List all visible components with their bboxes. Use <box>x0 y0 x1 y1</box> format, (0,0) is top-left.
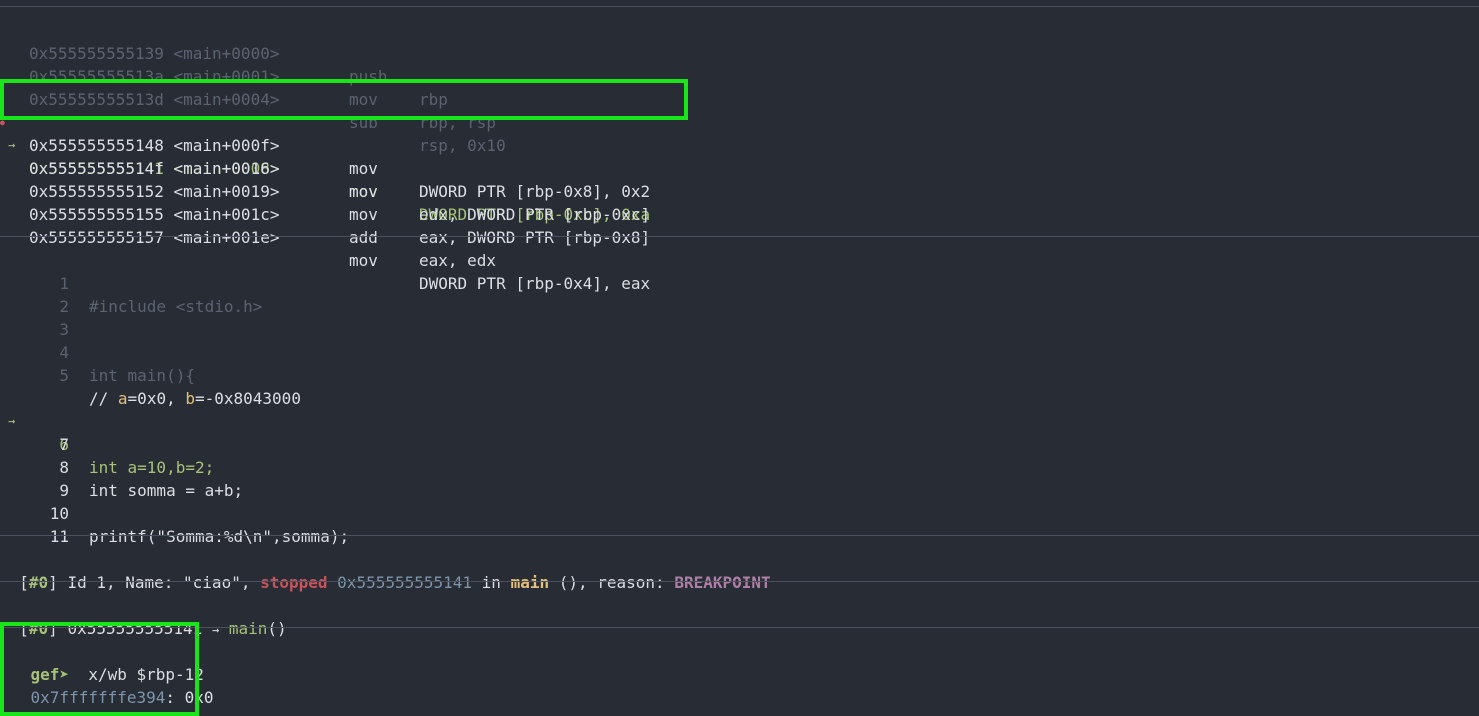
thread-in-text: in <box>472 573 511 592</box>
source-line-text: #include <stdio.h> <box>89 297 263 316</box>
disasm-mnemonic: mov <box>349 159 378 178</box>
disasm-operands: eax, DWORD PTR [rbp-0x8] <box>419 228 651 247</box>
thread-id: #0 <box>28 573 49 592</box>
disasm-line: 0x555555555139 <main+0000> push rbp <box>0 19 448 109</box>
disasm-address: 0x555555555157 <box>29 228 164 247</box>
source-line-current: → 6 int a=10,b=2; <box>0 387 214 477</box>
current-instruction-highlight <box>0 79 688 120</box>
frame-function: main <box>228 619 268 638</box>
disasm-symbol: <main+001e> <box>173 228 280 247</box>
disasm-operands: DWORD PTR [rbp-0x4], eax <box>419 274 651 293</box>
source-line: 11 <box>0 502 69 546</box>
source-line: 10 printf("Somma:%d\n",somma); <box>0 479 349 546</box>
var-a-name: a <box>117 389 128 408</box>
source-line: 7 <box>0 410 69 454</box>
disasm-line: 0x555555555155 <main+001c> add eax, edx <box>0 180 496 270</box>
source-line: 9 <box>0 456 69 500</box>
thread-info: ] Id 1, Name: "ciao", <box>48 573 261 592</box>
separator-top <box>0 6 1479 7</box>
disasm-line: 0x55555555514f <main+0016> mov edx, DWOR… <box>0 134 650 224</box>
disasm-mnemonic: mov <box>349 251 378 270</box>
comment-prefix: // <box>89 389 118 408</box>
frame-arrow-icon: → <box>211 623 220 637</box>
thread-function: main <box>510 573 550 592</box>
disasm-address: 0x555555555152 <box>29 182 164 201</box>
source-line-text: printf("Somma:%d\n",somma); <box>89 527 350 546</box>
disasm-symbol: <main+0000> <box>173 44 280 63</box>
var-a-value: =0x0, <box>127 389 186 408</box>
source-line-text: int a=10,b=2; <box>89 458 215 477</box>
disasm-line: 0x555555555157 <main+001e> mov DWORD PTR… <box>0 203 650 293</box>
disasm-line: 0x555555555152 <main+0019> mov eax, DWOR… <box>0 157 650 247</box>
source-line: 8 int somma = a+b; <box>0 433 243 500</box>
disasm-symbol: <main+001c> <box>173 205 280 224</box>
disasm-mnemonic: add <box>349 228 378 247</box>
bracket-open: [ <box>19 573 29 592</box>
separator-threads-trace <box>0 581 1479 582</box>
source-line: 2 <box>0 272 69 316</box>
var-b-value: =-0x8043000 <box>194 389 301 408</box>
disasm-operands: rsp, 0x10 <box>419 136 506 155</box>
disasm-mnemonic: mov <box>349 205 378 224</box>
disasm-operands: eax, edx <box>419 251 497 270</box>
disasm-symbol: <main+0019> <box>173 182 280 201</box>
console-highlight <box>0 622 199 716</box>
threads-line: [#0] Id 1, Name: "ciao", stopped 0x55555… <box>0 548 770 592</box>
source-line-number: 11 <box>49 527 69 546</box>
disasm-operands: DWORD PTR [rbp-0x8], 0x2 <box>419 182 651 201</box>
source-line-text: int main(){ <box>89 366 195 385</box>
disasm-address: 0x555555555155 <box>29 205 164 224</box>
disasm-line: 0x55555555513a <main+0001> mov rbp, rsp <box>0 42 496 132</box>
disasm-symbol: <main+000f> <box>173 136 280 155</box>
disasm-symbol: <main+0016> <box>173 159 280 178</box>
disasm-operands: edx, DWORD PTR [rbp-0xc] <box>419 205 651 224</box>
source-line: 1 #include <stdio.h> <box>0 249 262 316</box>
separator-source-threads <box>0 535 1479 536</box>
frame-parens: () <box>267 619 287 638</box>
disasm-mnemonic: mov <box>349 182 378 201</box>
disasm-address: 0x555555555148 <box>29 136 164 155</box>
separator-disasm-source <box>0 236 1479 237</box>
source-line: 4 int main(){ <box>0 318 195 385</box>
thread-address: 0x555555555141 <box>337 573 473 592</box>
separator-trace-console <box>0 627 1479 628</box>
trace-line: [#0] 0x555555555141 → main() <box>0 594 286 638</box>
source-line: 5 <box>0 341 69 385</box>
thread-reason: BREAKPOINT <box>674 573 771 592</box>
source-line: 3 <box>0 295 69 339</box>
var-b-name: b <box>185 389 195 408</box>
thread-state: stopped <box>260 573 328 592</box>
source-variable-comment: // a=0x0, b=-0x8043000 <box>0 364 301 408</box>
source-line-text: int somma = a+b; <box>89 481 244 500</box>
thread-reason-label: (), reason: <box>549 573 675 592</box>
disasm-address: 0x555555555139 <box>29 44 164 63</box>
disasm-address: 0x55555555514f <box>29 159 164 178</box>
